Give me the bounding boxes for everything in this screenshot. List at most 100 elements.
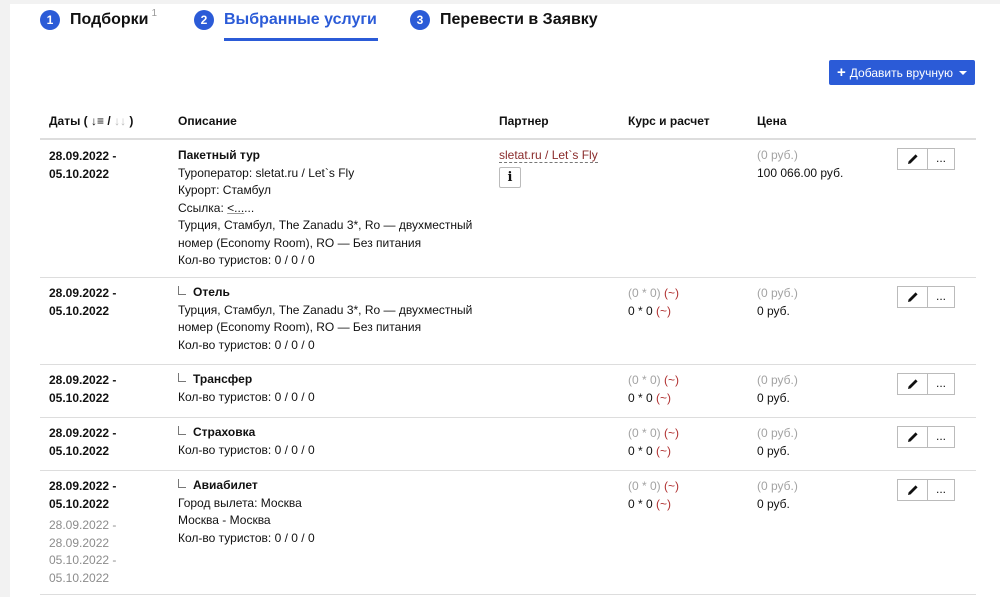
- tour-link[interactable]: <...: [227, 201, 244, 215]
- header-dates: Даты ( ↓≡ / ↓↓ ): [49, 114, 133, 128]
- calc-approx: (~): [656, 303, 672, 318]
- edit-button[interactable]: [897, 148, 928, 170]
- step-selected-services[interactable]: 2 Выбранные услуги: [194, 8, 377, 32]
- step-label: Перевести в Заявку: [440, 11, 598, 28]
- service-title: Авиабилет: [193, 478, 258, 492]
- calc-value: 0 * 0: [628, 443, 653, 458]
- step-count-badge: 1: [151, 7, 158, 19]
- calc-approx: (~): [664, 479, 680, 493]
- date-to: 05.10.2022: [49, 443, 110, 458]
- step-convert-to-request[interactable]: 3 Перевести в Заявку: [410, 8, 598, 32]
- calc-approx: (~): [656, 496, 672, 511]
- row-dates: 28.09.2022 - 05.10.2022: [49, 372, 116, 407]
- table-row: 28.09.2022 - 05.10.2022 Страховка Кол-во…: [40, 418, 976, 471]
- add-manually-button[interactable]: + Добавить вручную: [829, 60, 975, 85]
- step-label: Выбранные услуги: [224, 11, 377, 28]
- row-dates: 28.09.2022 - 05.10.2022: [49, 148, 116, 183]
- calc-muted: (0 * 0): [628, 426, 661, 440]
- calc-value: 0 * 0: [628, 390, 653, 405]
- child-branch-icon: [178, 426, 186, 435]
- row-calc: (0 * 0) (~) 0 * 0 (~): [628, 425, 679, 460]
- step-selections[interactable]: 1 Подборки 1: [40, 8, 157, 32]
- table-row: 28.09.2022 - 05.10.2022 Трансфер Кол-во …: [40, 365, 976, 418]
- edit-button[interactable]: [897, 373, 928, 395]
- date-from: 28.09.2022 -: [49, 149, 117, 163]
- segment-date: 05.10.2022: [49, 570, 110, 585]
- row-dates: 28.09.2022 - 05.10.2022: [49, 285, 116, 320]
- row-actions: ...: [897, 286, 955, 308]
- more-button[interactable]: ...: [927, 286, 955, 308]
- row-description: Отель Турция, Стамбул, The Zanadu 3*, Ro…: [178, 284, 488, 354]
- date-from: 28.09.2022 -: [49, 373, 117, 387]
- add-manually-label: Добавить вручную: [849, 65, 953, 80]
- calc-approx: (~): [656, 390, 672, 405]
- date-from: 28.09.2022 -: [49, 286, 117, 300]
- plus-icon: +: [837, 64, 846, 81]
- child-branch-icon: [178, 286, 186, 295]
- active-step-underline: [224, 38, 378, 41]
- desc-link-line: Ссылка: <......: [178, 200, 488, 218]
- desc-line: Кол-во туристов: 0 / 0 / 0: [178, 442, 315, 457]
- service-title: Пакетный тур: [178, 148, 260, 162]
- calc-muted: (0 * 0): [628, 479, 661, 493]
- desc-line: номер (Economy Room), RO — Без питания: [178, 235, 422, 250]
- row-dates: 28.09.2022 - 05.10.2022 28.09.2022 - 28.…: [49, 478, 116, 587]
- date-from: 28.09.2022 -: [49, 426, 117, 440]
- row-description: Страховка Кол-во туристов: 0 / 0 / 0: [178, 424, 488, 459]
- price-muted: (0 руб.): [757, 373, 798, 387]
- left-edge: [0, 0, 10, 597]
- edit-button[interactable]: [897, 286, 928, 308]
- row-partner: sletat.ru / Let`s Fly i: [499, 147, 598, 188]
- row-actions: ...: [897, 426, 955, 448]
- price-muted: (0 руб.): [757, 426, 798, 440]
- pencil-icon: [907, 432, 918, 442]
- step-number: 3: [410, 10, 430, 30]
- row-calc: (0 * 0) (~) 0 * 0 (~): [628, 372, 679, 407]
- child-branch-icon: [178, 373, 186, 382]
- caret-down-icon: [958, 70, 967, 75]
- more-button[interactable]: ...: [927, 426, 955, 448]
- header-dates-slash: /: [104, 114, 115, 128]
- table-row: 28.09.2022 - 05.10.2022 Отель Турция, Ст…: [40, 278, 976, 365]
- service-title: Трансфер: [193, 372, 253, 386]
- calc-muted: (0 * 0): [628, 286, 661, 300]
- calc-approx: (~): [656, 443, 672, 458]
- service-title-line: Отель: [178, 284, 488, 302]
- desc-line: Кол-во туристов: 0 / 0 / 0: [178, 389, 315, 404]
- date-from: 28.09.2022 -: [49, 479, 117, 493]
- date-to: 05.10.2022: [49, 496, 110, 511]
- service-title: Страховка: [193, 425, 256, 439]
- calc-value: 0 * 0: [628, 496, 653, 511]
- header-partner: Партнер: [499, 114, 549, 128]
- desc-line: номер (Economy Room), RO — Без питания: [178, 320, 422, 334]
- desc-line: Город вылета: Москва: [178, 495, 302, 510]
- more-button[interactable]: ...: [927, 148, 955, 170]
- service-title: Отель: [193, 285, 230, 299]
- pencil-icon: [907, 379, 918, 389]
- table-header: Даты ( ↓≡ / ↓↓ ) Описание Партнер Курс и…: [40, 102, 976, 140]
- info-icon[interactable]: i: [499, 166, 521, 188]
- price-value: 0 руб.: [757, 443, 790, 458]
- edit-button[interactable]: [897, 479, 928, 501]
- edit-button[interactable]: [897, 426, 928, 448]
- pencil-icon: [907, 292, 918, 302]
- more-button[interactable]: ...: [927, 373, 955, 395]
- segment-date: 28.09.2022: [49, 535, 110, 550]
- service-title-line: Трансфер: [178, 371, 488, 389]
- row-description: Пакетный тур Туроператор: sletat.ru / Le…: [178, 147, 488, 270]
- table-row: 28.09.2022 - 05.10.2022 28.09.2022 - 28.…: [40, 471, 976, 595]
- pencil-icon: [907, 154, 918, 164]
- calc-value: 0 * 0: [628, 303, 653, 318]
- partner-link[interactable]: sletat.ru / Let`s Fly: [499, 148, 598, 163]
- desc-line: Курорт: Стамбул: [178, 183, 271, 197]
- more-button[interactable]: ...: [927, 479, 955, 501]
- desc-line: Кол-во туристов: 0 / 0 / 0: [178, 337, 315, 352]
- step-number: 2: [194, 10, 214, 30]
- top-edge: [0, 0, 1000, 4]
- price-value: 100 066.00 руб.: [757, 165, 844, 180]
- sort-lines-icon[interactable]: ≡: [97, 114, 104, 128]
- table-row: 28.09.2022 - 05.10.2022 Пакетный тур Тур…: [40, 140, 976, 278]
- header-calc: Курс и расчет: [628, 114, 710, 128]
- service-title-line: Страховка: [178, 424, 488, 442]
- date-to: 05.10.2022: [49, 390, 110, 405]
